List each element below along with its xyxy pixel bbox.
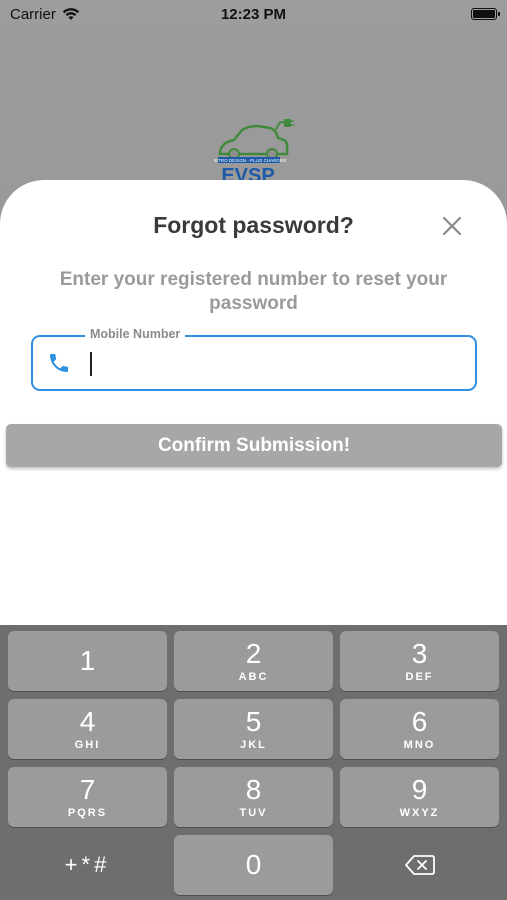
symbols-label: +*#: [64, 852, 111, 877]
key-2[interactable]: 2 ABC: [174, 631, 333, 691]
forgot-password-sheet: Forgot password? Enter your registered n…: [0, 180, 507, 625]
key-letters: MNO: [403, 738, 436, 751]
key-number: 7: [79, 773, 96, 805]
key-9[interactable]: 9 WXYZ: [340, 767, 499, 827]
key-number: 6: [411, 705, 428, 737]
mobile-number-label: Mobile Number: [85, 327, 186, 341]
key-letters: GHI: [74, 738, 101, 751]
app-logo: RETRO DESIGN - PLUG CHARGER EVSP: [212, 116, 294, 187]
key-letters: JKL: [240, 738, 267, 751]
mobile-number-input[interactable]: [95, 345, 465, 381]
key-symbols[interactable]: +*#: [8, 835, 167, 895]
phone-icon: [50, 354, 68, 372]
key-8[interactable]: 8 TUV: [174, 767, 333, 827]
key-5[interactable]: 5 JKL: [174, 699, 333, 759]
sheet-subtitle: Enter your registered number to reset yo…: [59, 269, 448, 314]
key-letters: DEF: [405, 670, 434, 683]
key-6[interactable]: 6 MNO: [340, 699, 499, 759]
status-bar: Carrier 12:23 PM: [0, 0, 507, 28]
key-letters: WXYZ: [399, 806, 440, 819]
key-number: 4: [79, 705, 96, 737]
key-letters: TUV: [239, 806, 268, 819]
key-number: 8: [245, 773, 262, 805]
key-3[interactable]: 3 DEF: [340, 631, 499, 691]
sheet-title: Forgot password?: [153, 212, 354, 238]
key-7[interactable]: 7 PQRS: [8, 767, 167, 827]
key-letters: ABC: [238, 670, 269, 683]
car-plug-logo-icon: RETRO DESIGN - PLUG CHARGER EVSP: [212, 119, 294, 187]
battery-icon: [471, 8, 500, 20]
key-number: 0: [245, 849, 262, 880]
key-number: 5: [245, 705, 262, 737]
key-backspace[interactable]: [340, 835, 499, 895]
confirm-submission-button[interactable]: Confirm Submission!: [6, 424, 502, 467]
numeric-keypad: 1 2 ABC 3 DEF 4 GHI 5 JKL 6 MNO 7 PQRS 8…: [0, 625, 507, 900]
backspace-icon: [404, 855, 435, 875]
key-number: 3: [411, 637, 428, 669]
key-letters: PQRS: [67, 806, 108, 819]
key-4[interactable]: 4 GHI: [8, 699, 167, 759]
key-1[interactable]: 1: [8, 631, 167, 691]
text-caret: [90, 352, 92, 376]
close-button[interactable]: [440, 214, 464, 238]
mobile-number-field[interactable]: Mobile Number: [31, 327, 477, 391]
svg-text:RETRO DESIGN - PLUG CHARGER: RETRO DESIGN - PLUG CHARGER: [214, 158, 287, 163]
key-0[interactable]: 0: [174, 835, 333, 895]
status-time: 12:23 PM: [220, 5, 287, 23]
key-number: 9: [411, 773, 428, 805]
close-icon: [442, 216, 462, 236]
key-number: 2: [245, 637, 262, 669]
key-number: 1: [79, 645, 96, 676]
